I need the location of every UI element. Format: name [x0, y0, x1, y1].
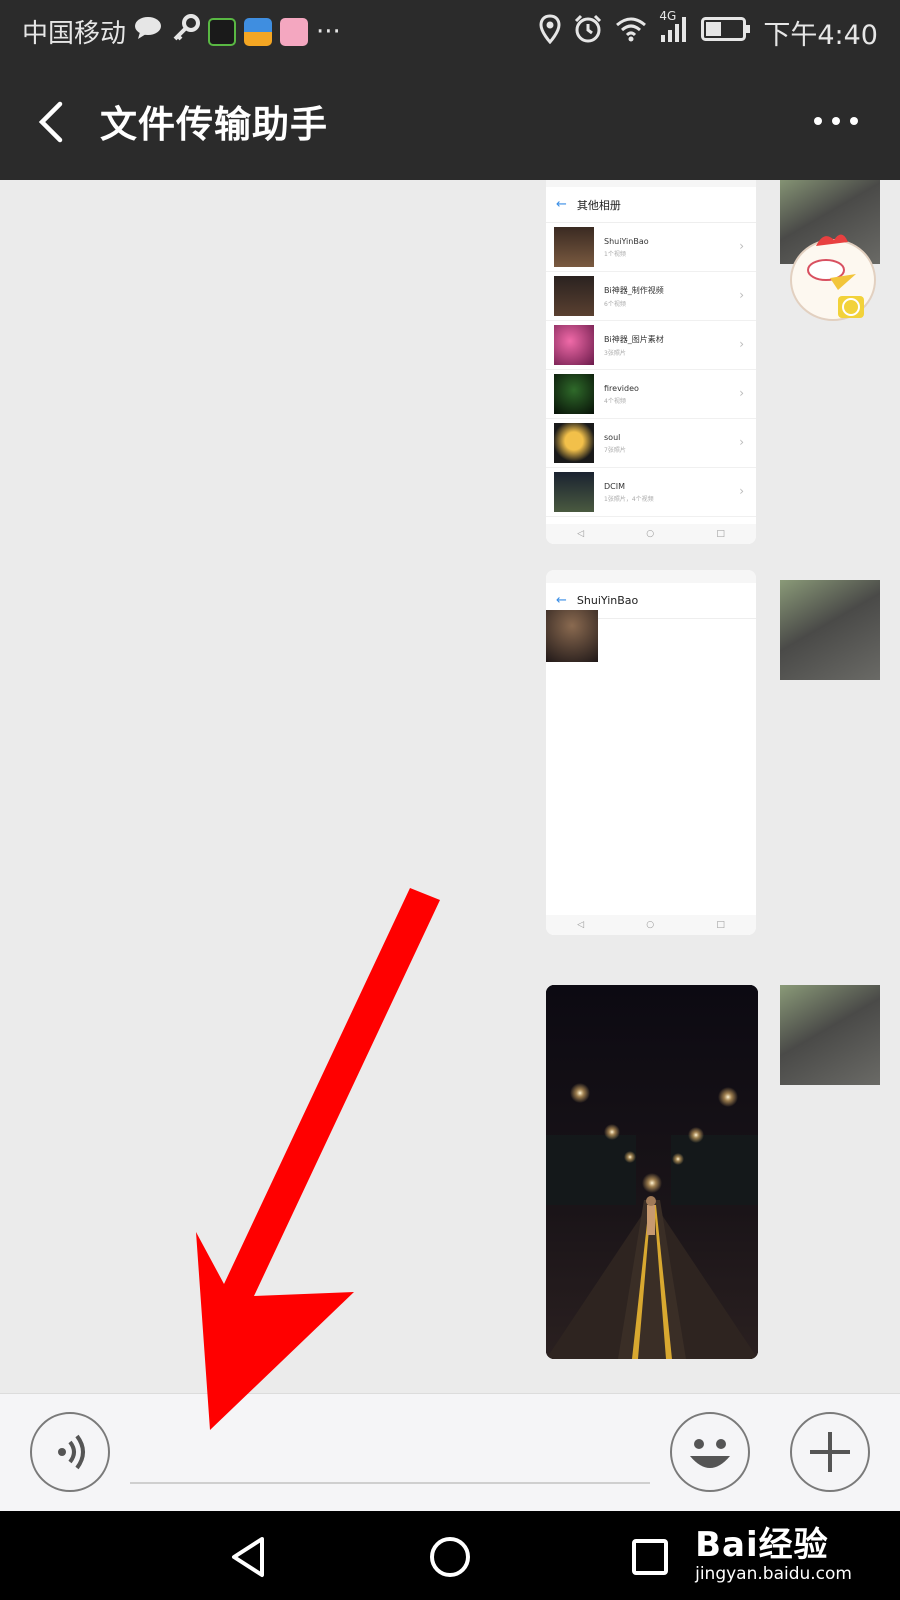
album-thumbnail: [554, 276, 594, 316]
emoji-icon: [690, 1439, 730, 1468]
album-thumbnail: [554, 423, 594, 463]
album-count: 4个视频: [604, 397, 626, 405]
status-left: 中国移动 ···: [22, 13, 341, 50]
mini-nav-bar: ◁ ○ □: [546, 524, 756, 544]
nav-back-icon: [232, 1537, 264, 1577]
nav-recents-button[interactable]: [622, 1529, 678, 1585]
cartoon-sticker-icon: [790, 234, 876, 321]
mini-screen-title: ShuiYinBao: [576, 594, 639, 607]
system-nav-bar: Bai经验 jingyan.baidu.com: [0, 1511, 900, 1600]
wifi-icon: [615, 16, 647, 49]
nav-home-button[interactable]: [422, 1529, 478, 1585]
list-item: Bi神器_图片素材 3张照片 ›: [546, 321, 756, 370]
alarm-icon: [573, 14, 603, 51]
list-item: soul 7张照片 ›: [546, 419, 756, 468]
wallet-app-icon: [244, 17, 273, 46]
album-name: DCIM: [604, 481, 626, 491]
chevron-right-icon: ›: [739, 337, 744, 351]
album-count: 7张照片: [604, 446, 626, 454]
mini-status-bar: [546, 570, 756, 583]
avatar-photo: [780, 580, 880, 680]
chevron-right-icon: ›: [739, 435, 744, 449]
album-name: Bi神器_制作视频: [604, 285, 664, 295]
list-item: Bi神器_制作视频 6个视频 ›: [546, 272, 756, 321]
plus-icon: [810, 1432, 850, 1472]
album-count: 6个视频: [604, 300, 626, 308]
avatar-photo: [780, 985, 880, 1085]
album-name: ShuiYinBao: [604, 236, 649, 246]
more-button[interactable]: [812, 106, 860, 136]
mini-home-icon: ○: [646, 920, 655, 930]
back-button[interactable]: [28, 92, 78, 152]
album-count: 3张照片: [604, 349, 626, 357]
nav-recents-icon: [632, 1539, 668, 1575]
location-icon: [539, 14, 561, 51]
list-item: ShuiYinBao 1个视频 ›: [546, 223, 756, 272]
wechat-icon: [134, 15, 164, 48]
network-type: 4G: [659, 9, 677, 23]
list-item: firevideo 4个视频 ›: [546, 370, 756, 419]
chevron-right-icon: ›: [739, 484, 744, 498]
chevron-right-icon: ›: [739, 288, 744, 302]
album-name: Bi神器_图片素材: [604, 334, 664, 344]
avatar[interactable]: [780, 985, 880, 1085]
clock: 下午4:40: [763, 20, 878, 51]
chat-title: 文件传输助手: [100, 103, 328, 146]
list-item: DCIM 1张照片，4个视频 ›: [546, 468, 756, 517]
message-input[interactable]: [130, 1414, 650, 1484]
night-road-photo: [546, 985, 758, 1359]
watermark-sub: jingyan.baidu.com: [695, 1564, 852, 1584]
chat-area[interactable]: ← 其他相册 ShuiYinBao 1个视频 › Bi神器_制作视频 6个视频 › …: [0, 180, 900, 1393]
mini-back-icon: ◁: [577, 920, 585, 930]
album-count: 1个视频: [604, 250, 626, 258]
mini-screen-title: 其他相册: [576, 198, 621, 212]
mini-back-icon: ◁: [577, 529, 585, 539]
voice-button[interactable]: [30, 1412, 110, 1492]
baidu-watermark: Bai经验 jingyan.baidu.com: [695, 1517, 852, 1584]
input-bar: [0, 1393, 900, 1511]
status-right: 4G 下午4:40: [539, 9, 878, 52]
mini-status-bar: [546, 180, 756, 187]
message-image-photo[interactable]: [546, 985, 758, 1359]
iqiyi-icon: [208, 17, 237, 46]
cartoon-app-icon: [280, 17, 309, 46]
message-image-album-detail[interactable]: ← ShuiYinBao ◁ ○ □: [546, 570, 756, 935]
avatar[interactable]: [780, 180, 880, 324]
album-name: firevideo: [604, 383, 639, 393]
more-dots-icon: [814, 117, 858, 125]
chat-header: 文件传输助手: [0, 62, 900, 180]
plus-button[interactable]: [790, 1412, 870, 1492]
chevron-right-icon: ›: [739, 239, 744, 253]
watermark-main: Bai经验: [695, 1525, 829, 1565]
video-thumbnail: [546, 610, 598, 662]
message-image-albums[interactable]: ← 其他相册 ShuiYinBao 1个视频 › Bi神器_制作视频 6个视频 › …: [546, 180, 756, 544]
chevron-right-icon: ›: [739, 386, 744, 400]
carrier-label: 中国移动: [22, 19, 127, 49]
album-name: soul: [604, 432, 621, 442]
mini-back-arrow-icon: ←: [556, 197, 567, 212]
emoji-button[interactable]: [670, 1412, 750, 1492]
album-thumbnail: [554, 325, 594, 365]
mini-recents-icon: □: [716, 920, 725, 930]
album-thumbnail: [554, 374, 594, 414]
avatar[interactable]: [780, 580, 880, 680]
album-thumbnail: [554, 227, 594, 267]
battery-icon: [701, 16, 751, 49]
mini-nav-bar: ◁ ○ □: [546, 915, 756, 935]
chevron-left-icon: [38, 101, 63, 143]
status-bar: 中国移动 ··· 4G 下午4:40: [0, 0, 900, 62]
mini-header: ← 其他相册: [546, 187, 756, 223]
mini-back-arrow-icon: ←: [556, 593, 567, 608]
mini-home-icon: ○: [646, 529, 655, 539]
nav-home-icon: [430, 1537, 470, 1577]
album-count: 1张照片，4个视频: [604, 495, 654, 503]
mini-recents-icon: □: [716, 529, 725, 539]
overflow-indicator: ···: [316, 16, 341, 47]
nav-back-button[interactable]: [222, 1529, 278, 1585]
signal-icon: 4G: [659, 9, 689, 50]
key-icon: [172, 14, 201, 49]
album-thumbnail: [554, 472, 594, 512]
voice-icon: [58, 1434, 85, 1470]
